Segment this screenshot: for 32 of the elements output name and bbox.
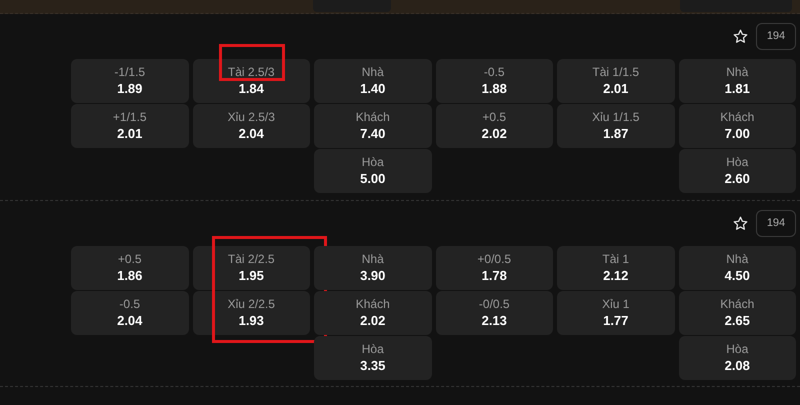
odds-button[interactable]: +0.5 2.02 xyxy=(436,104,553,148)
odds-button[interactable]: Hòa 2.60 xyxy=(678,149,796,193)
odds-button[interactable]: Khách 2.02 xyxy=(314,291,432,335)
odds-button[interactable]: Khách 2.65 xyxy=(678,291,796,335)
odds-button[interactable]: +1/1.5 2.01 xyxy=(71,104,188,148)
favorite-star-icon[interactable] xyxy=(733,29,748,44)
odds-button[interactable]: Tài 1 2.12 xyxy=(557,246,674,290)
odds-button[interactable]: Xỉu 2/2.5 1.93 xyxy=(192,291,310,335)
favorite-star-icon[interactable] xyxy=(733,216,748,231)
odds-button[interactable]: Tài 1/1.5 2.01 xyxy=(557,59,674,103)
odds-button[interactable]: Hòa 3.35 xyxy=(314,336,432,380)
odds-button[interactable]: Khách 7.00 xyxy=(678,104,796,148)
odds-button[interactable]: Tài 2/2.5 1.95 xyxy=(192,246,310,290)
odds-button[interactable]: Nhà 1.40 xyxy=(314,59,432,103)
odds-button[interactable]: Xỉu 1/1.5 1.87 xyxy=(557,104,674,148)
odds-button[interactable]: Tài 2.5/3 1.84 xyxy=(192,59,310,103)
odds-button[interactable]: -0.5 1.88 xyxy=(436,59,553,103)
odds-button[interactable]: -0/0.5 2.13 xyxy=(436,291,553,335)
odds-button[interactable]: Xỉu 1 1.77 xyxy=(557,291,674,335)
market-count[interactable]: 194 xyxy=(756,23,796,50)
market-count[interactable]: 194 xyxy=(756,210,796,237)
odds-button[interactable]: Hòa 5.00 xyxy=(314,149,432,193)
odds-button[interactable]: Nhà 4.50 xyxy=(678,246,796,290)
odds-button[interactable]: -0.5 2.04 xyxy=(71,291,188,335)
odds-button[interactable]: +0/0.5 1.78 xyxy=(436,246,553,290)
odds-button[interactable]: -1/1.5 1.89 xyxy=(71,59,188,103)
odds-button[interactable]: Nhà 3.90 xyxy=(314,246,432,290)
odds-button[interactable]: Xỉu 2.5/3 2.04 xyxy=(192,104,310,148)
odds-button[interactable]: Nhà 1.81 xyxy=(678,59,796,103)
odds-button[interactable]: Khách 7.40 xyxy=(314,104,432,148)
odds-button[interactable]: +0.5 1.86 xyxy=(71,246,188,290)
odds-button[interactable]: Hòa 2.08 xyxy=(678,336,796,380)
